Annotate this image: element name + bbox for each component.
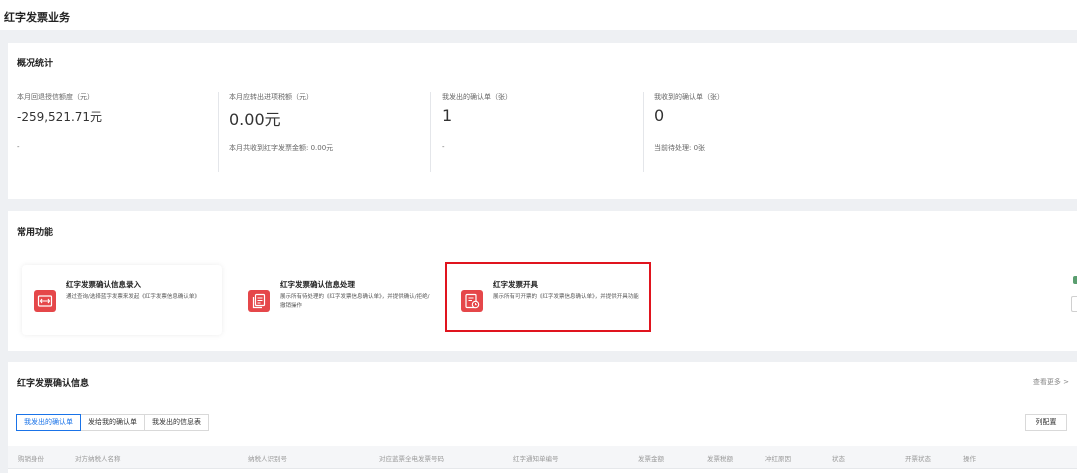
column-header: 状态 xyxy=(832,455,845,463)
column-header: 发票税额 xyxy=(707,455,733,463)
column-header: 对方纳税人名称 xyxy=(75,455,121,463)
overview-title: 概况统计 xyxy=(17,59,54,69)
tile-red-invoice-entry[interactable]: 红字发票确认信息录入 通过查询/选择蓝字发票来发起《红字发票信息确认单》 xyxy=(22,265,222,335)
side-indicator xyxy=(1073,276,1077,284)
stat-value: 0 xyxy=(654,106,665,125)
stat-label: 我收到的确认单（张） xyxy=(654,93,724,101)
column-header: 开票状态 xyxy=(905,455,931,463)
tab-sent-confirmations[interactable]: 我发出的确认单 xyxy=(16,414,81,431)
stat-label: 本月回退授信额度（元） xyxy=(17,93,94,101)
stat-credit-refund: 本月回退授信额度（元） -259,521.71元 - xyxy=(17,92,103,151)
tab-received-confirmations[interactable]: 发给我的确认单 xyxy=(80,414,145,431)
column-header: 购销身份 xyxy=(18,455,44,463)
side-tab[interactable] xyxy=(1071,296,1077,312)
table-header: 购销身份 对方纳税人名称 纳税人识别号 对应蓝票全电发票号码 红字通知单编号 发… xyxy=(8,446,1077,469)
tile-title: 红字发票确认信息处理 xyxy=(280,280,355,289)
overview-card xyxy=(8,43,1077,199)
column-header: 红字通知单编号 xyxy=(513,455,559,463)
page-title: 红字发票业务 xyxy=(4,11,70,24)
stat-received-confirmations: 我收到的确认单（张） 0 当前待处理: 0张 xyxy=(654,92,724,152)
stat-label: 我发出的确认单（张） xyxy=(442,93,512,101)
stat-value: -259,521.71元 xyxy=(17,110,103,124)
tile-desc: 通过查询/选择蓝字发票来发起《红字发票信息确认单》 xyxy=(66,294,200,300)
view-more-link[interactable]: 查看更多 > xyxy=(1033,377,1069,387)
tile-red-invoice-process[interactable]: 红字发票确认信息处理 展示所有待处理的《红字发票信息确认单》，并提供确认/拒绝/… xyxy=(236,265,436,335)
stat-value: 0.00元 xyxy=(229,110,281,129)
tile-title: 红字发票确认信息录入 xyxy=(66,280,141,289)
stat-value: 1 xyxy=(442,106,453,125)
stat-sent-confirmations: 我发出的确认单（张） 1 - xyxy=(442,92,512,151)
confirm-tabs: 我发出的确认单 发给我的确认单 我发出的信息表 xyxy=(16,414,209,431)
column-header: 对应蓝票全电发票号码 xyxy=(379,455,444,463)
column-header: 发票金额 xyxy=(638,455,664,463)
divider xyxy=(218,92,219,172)
column-config-button[interactable]: 列配置 xyxy=(1025,414,1067,431)
stat-label: 本月应转出进项税额（元） xyxy=(229,93,313,101)
document-stack-icon xyxy=(248,290,270,312)
column-header: 操作 xyxy=(963,455,976,463)
stat-sub: - xyxy=(442,143,445,151)
highlight-box xyxy=(445,262,651,332)
divider xyxy=(643,92,644,172)
tile-desc: 展示所有待处理的《红字发票信息确认单》，并提供确认/拒绝/撤销操作 xyxy=(280,294,430,309)
confirm-info-title: 红字发票确认信息 xyxy=(17,379,90,389)
stat-tax-transfer: 本月应转出进项税额（元） 0.00元 本月共收到红字发票金额: 0.00元 xyxy=(229,92,333,152)
tab-sent-info-forms[interactable]: 我发出的信息表 xyxy=(144,414,209,431)
stat-sub: 当前待处理: 0张 xyxy=(654,144,706,152)
column-header: 冲红原因 xyxy=(765,455,791,463)
divider xyxy=(430,92,431,172)
stat-sub: 本月共收到红字发票金额: 0.00元 xyxy=(229,144,334,152)
stat-sub: - xyxy=(17,143,20,151)
exchange-icon xyxy=(34,290,56,312)
column-header: 纳税人识别号 xyxy=(248,455,287,463)
page-header: 红字发票业务 xyxy=(0,0,1077,30)
functions-title: 常用功能 xyxy=(17,228,54,238)
